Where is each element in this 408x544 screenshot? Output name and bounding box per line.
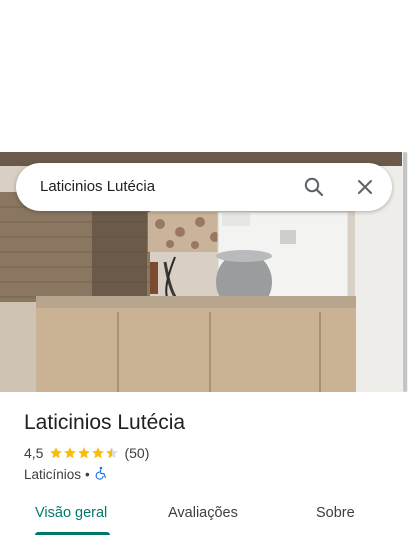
tab-bar: Visão geral Avaliações Sobre bbox=[0, 492, 408, 544]
tab-overview[interactable]: Visão geral bbox=[35, 505, 107, 521]
review-count[interactable]: (50) bbox=[124, 445, 149, 461]
tab-about[interactable]: Sobre bbox=[316, 505, 355, 521]
place-title: Laticinios Lutécia bbox=[24, 411, 186, 434]
star-icon bbox=[106, 447, 119, 459]
rating-stars bbox=[49, 446, 119, 460]
star-icon bbox=[64, 447, 77, 459]
search-input[interactable]: Laticinios Lutécia bbox=[40, 178, 155, 195]
category-label[interactable]: Laticínios bbox=[24, 467, 81, 482]
rating-row[interactable]: 4,5 (50) bbox=[24, 445, 149, 461]
star-icon bbox=[50, 447, 63, 459]
close-icon[interactable] bbox=[353, 175, 377, 199]
search-bar[interactable]: Laticinios Lutécia bbox=[16, 163, 392, 211]
star-icon bbox=[92, 447, 105, 459]
active-tab-indicator bbox=[35, 532, 110, 535]
search-icon[interactable] bbox=[302, 175, 326, 199]
rating-value: 4,5 bbox=[24, 445, 44, 461]
separator-dot: • bbox=[85, 466, 90, 482]
wheelchair-icon bbox=[94, 466, 108, 483]
category-row: Laticínios • bbox=[24, 466, 108, 482]
scrollbar[interactable] bbox=[402, 152, 408, 392]
star-icon bbox=[78, 447, 91, 459]
tab-reviews[interactable]: Avaliações bbox=[168, 505, 238, 521]
scrollbar-thumb[interactable] bbox=[403, 152, 407, 392]
